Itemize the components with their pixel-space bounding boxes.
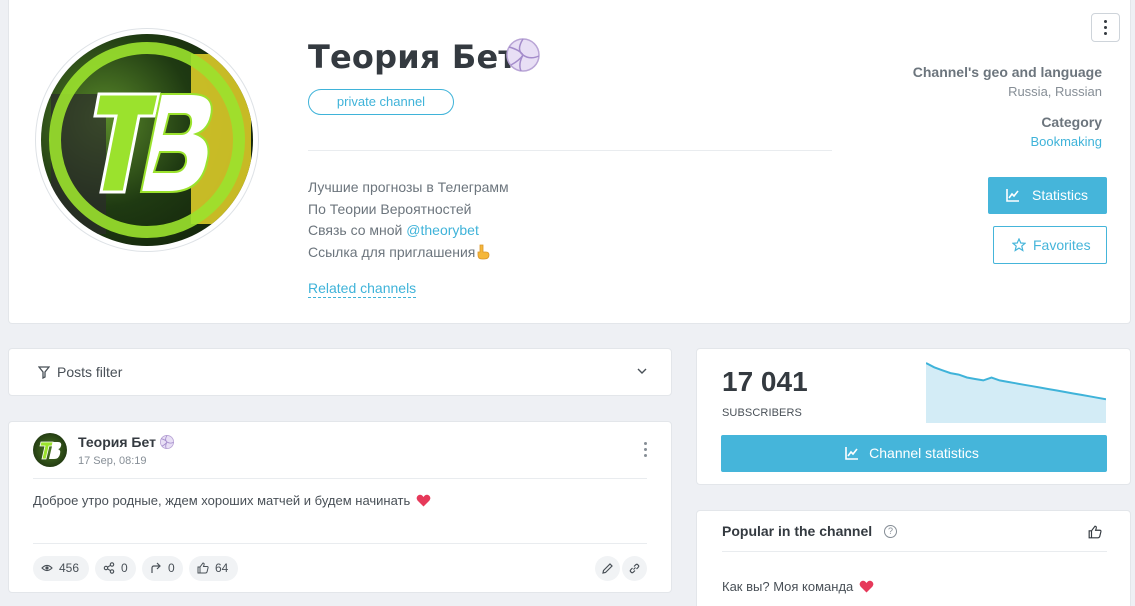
post-forwards-count: 0 bbox=[168, 561, 175, 575]
statistics-label: Statistics bbox=[1032, 187, 1089, 203]
post-author-avatar[interactable] bbox=[33, 433, 67, 467]
post-shares-count: 0 bbox=[121, 561, 128, 575]
description-line: Лучшие прогнозы в Телеграмм bbox=[308, 179, 509, 195]
popular-posts-card: Popular in the channel ? Как вы? Моя ком… bbox=[696, 510, 1131, 606]
chart-line-icon bbox=[845, 447, 858, 460]
thumbs-up-icon bbox=[197, 562, 209, 574]
channel-menu-button[interactable] bbox=[1091, 13, 1120, 42]
help-icon[interactable]: ? bbox=[884, 525, 897, 538]
post-menu-button[interactable] bbox=[644, 442, 647, 460]
channel-description: Лучшие прогнозы в Телеграмм По Теории Ве… bbox=[308, 177, 509, 263]
chevron-down-icon bbox=[637, 368, 647, 374]
star-icon bbox=[1012, 238, 1026, 252]
posts-filter-toggle[interactable]: Posts filter bbox=[8, 348, 672, 396]
subscribers-trend-chart bbox=[926, 362, 1106, 423]
thumbs-up-icon[interactable] bbox=[1088, 525, 1102, 539]
geo-value: Russia, Russian bbox=[1008, 84, 1102, 99]
geo-block: Channel's geo and language Russia, Russi… bbox=[913, 64, 1102, 99]
private-channel-badge: private channel bbox=[308, 89, 454, 115]
post-author-text: Теория Бет bbox=[78, 434, 156, 450]
channel-title: Теория Бет bbox=[308, 38, 518, 76]
favorites-button[interactable]: Favorites bbox=[993, 226, 1107, 264]
post-divider bbox=[33, 478, 647, 479]
description-contact-line: Связь со мной @theorybet bbox=[308, 220, 509, 242]
popular-divider bbox=[722, 551, 1107, 552]
post-link-button[interactable] bbox=[622, 556, 647, 581]
channel-statistics-button[interactable]: Channel statistics bbox=[721, 435, 1107, 472]
more-vertical-icon bbox=[1104, 20, 1107, 38]
channel-statistics-label: Channel statistics bbox=[869, 445, 979, 461]
post-views-chip: 456 bbox=[33, 556, 89, 581]
popular-post-item[interactable]: Как вы? Моя команда bbox=[722, 579, 874, 594]
post-likes-count: 64 bbox=[215, 561, 229, 575]
heart-icon bbox=[416, 494, 431, 507]
post-card: Теория Бет 17 Sep, 08:19 Доброе утро род… bbox=[8, 421, 672, 593]
forward-icon bbox=[151, 562, 161, 573]
category-link[interactable]: Bookmaking bbox=[1030, 134, 1102, 149]
invite-line: Ссылка для приглашения bbox=[308, 242, 509, 264]
popular-post-text: Как вы? Моя команда bbox=[722, 579, 854, 594]
volleyball-icon bbox=[159, 435, 174, 449]
share-icon bbox=[103, 562, 115, 574]
post-views-count: 456 bbox=[59, 561, 80, 575]
header-divider bbox=[308, 150, 832, 151]
chart-line-icon bbox=[1006, 189, 1019, 202]
filter-icon bbox=[38, 366, 50, 379]
subscribers-label: subscribers bbox=[722, 407, 802, 419]
popular-title: Popular in the channel bbox=[722, 523, 873, 539]
subscribers-card: 17 041 subscribers Channel statistics bbox=[696, 348, 1131, 485]
channel-logo-image bbox=[39, 441, 62, 460]
statistics-button[interactable]: Statistics bbox=[988, 177, 1107, 214]
category-heading: Category bbox=[1041, 114, 1102, 130]
category-block: Category Bookmaking bbox=[1030, 114, 1102, 149]
post-shares-chip[interactable]: 0 bbox=[95, 556, 136, 581]
post-text-content: Доброе утро родные, ждем хороших матчей … bbox=[33, 493, 411, 508]
posts-filter-label: Posts filter bbox=[57, 364, 123, 380]
heart-icon bbox=[859, 580, 874, 593]
post-text: Доброе утро родные, ждем хороших матчей … bbox=[33, 493, 431, 508]
geo-heading: Channel's geo and language bbox=[912, 64, 1102, 80]
pointing-down-emoji-icon bbox=[477, 244, 490, 259]
post-likes-chip[interactable]: 64 bbox=[189, 556, 238, 581]
favorites-label: Favorites bbox=[1033, 237, 1091, 253]
post-edit-button[interactable] bbox=[595, 556, 620, 581]
description-line: По Теории Вероятностей bbox=[308, 200, 472, 217]
post-divider bbox=[33, 543, 647, 544]
post-forwards-chip[interactable]: 0 bbox=[142, 556, 183, 581]
contact-prefix: Связь со мной bbox=[308, 222, 403, 238]
post-author-name[interactable]: Теория Бет bbox=[78, 434, 174, 450]
invite-text: Ссылка для приглашения bbox=[308, 243, 476, 260]
related-channels-link[interactable]: Related channels bbox=[308, 280, 417, 298]
post-date: 17 Sep, 08:19 bbox=[78, 455, 147, 467]
subscribers-count: 17 041 bbox=[722, 366, 808, 397]
volleyball-icon bbox=[506, 38, 540, 72]
channel-logo-image bbox=[49, 42, 251, 238]
channel-header-card: Теория Бет private channel Лучшие прогно… bbox=[8, 0, 1131, 324]
channel-avatar bbox=[35, 28, 259, 252]
pencil-icon bbox=[602, 563, 613, 574]
contact-handle-link[interactable]: @theorybet bbox=[406, 222, 479, 238]
link-icon bbox=[629, 563, 640, 574]
eye-icon bbox=[41, 564, 53, 572]
